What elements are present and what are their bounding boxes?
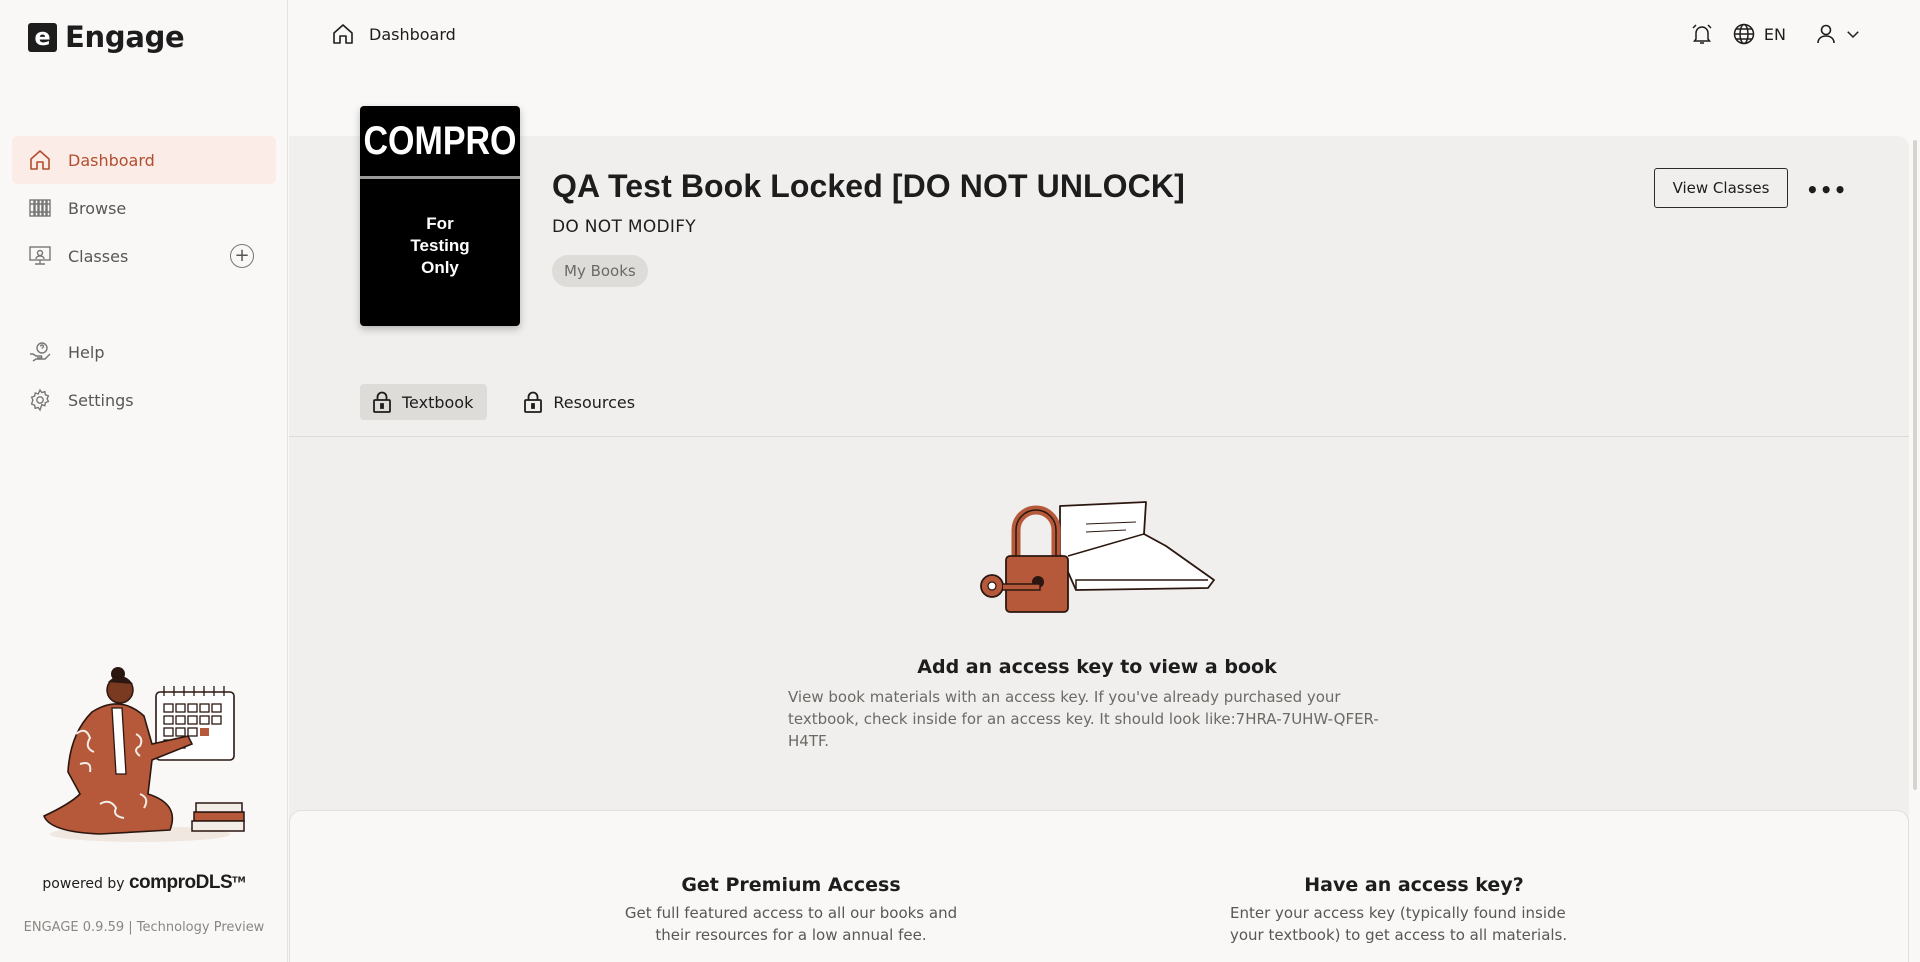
book-tabs: Textbook Resources [360, 384, 649, 420]
powered-by: powered by comproDLSTM [0, 872, 288, 894]
cover-title: COMPRO [363, 118, 517, 163]
sidebar-item-help[interactable]: Help [12, 328, 276, 376]
my-books-tag: My Books [552, 255, 648, 287]
brand-logo[interactable]: e Engage [28, 20, 185, 54]
book-subtitle: DO NOT MODIFY [552, 217, 696, 237]
sidebar: e Engage Dashboard Browse Classes + Help… [0, 0, 288, 962]
browse-icon [28, 196, 52, 220]
chevron-down-icon [1847, 31, 1859, 39]
comprodls-logo[interactable]: comproDLS [129, 872, 233, 893]
help-icon [28, 340, 52, 364]
locked-book-illustration [980, 501, 1215, 613]
more-options-icon[interactable]: ••• [1806, 178, 1847, 202]
sidebar-item-label: Classes [68, 246, 129, 266]
calendar-person-illustration [42, 667, 245, 842]
sidebar-item-label: Settings [68, 390, 134, 410]
access-key-title: Have an access key? [1304, 874, 1524, 896]
lock-icon [373, 391, 391, 413]
book-title: QA Test Book Locked [DO NOT UNLOCK] [552, 168, 1185, 204]
view-classes-button[interactable]: View Classes [1654, 168, 1788, 208]
language-label: EN [1763, 24, 1786, 44]
sidebar-item-dashboard[interactable]: Dashboard [12, 136, 276, 184]
breadcrumb[interactable]: Dashboard [331, 22, 456, 46]
top-right-controls: EN [1690, 22, 1862, 46]
sidebar-nav: Dashboard Browse Classes + Help Settings [12, 136, 276, 424]
home-icon [28, 148, 52, 172]
globe-icon [1733, 23, 1755, 45]
powered-by-text: powered by [42, 876, 125, 892]
access-key-description: Enter your access key (typically found i… [1230, 904, 1568, 944]
empty-state-title: Add an access key to view a book [917, 656, 1277, 678]
access-options-card [289, 810, 1909, 962]
sidebar-item-classes[interactable]: Classes + [12, 232, 276, 280]
tabs-divider [289, 436, 1909, 437]
premium-title: Get Premium Access [681, 874, 901, 896]
language-selector[interactable]: EN [1732, 22, 1786, 46]
sidebar-item-label: Browse [68, 198, 127, 218]
classes-icon [28, 244, 52, 268]
tab-textbook[interactable]: Textbook [360, 384, 488, 420]
tab-label: Resources [553, 392, 636, 412]
sidebar-item-label: Help [68, 342, 105, 362]
sidebar-item-settings[interactable]: Settings [12, 376, 276, 424]
cover-subtitle: For Testing Only [410, 214, 470, 277]
version-text: ENGAGE 0.9.59 | Technology Preview [23, 920, 265, 935]
premium-access-section: Get Premium Access Get full featured acc… [611, 874, 971, 946]
sidebar-item-browse[interactable]: Browse [12, 184, 276, 232]
home-icon [333, 24, 353, 44]
bell-alarm-icon[interactable] [1690, 22, 1714, 46]
gear-icon [28, 388, 52, 412]
page-scrollbar[interactable] [1913, 140, 1917, 790]
brand-name: Engage [65, 20, 185, 54]
breadcrumb-label: Dashboard [369, 24, 456, 44]
sidebar-item-label: Dashboard [68, 150, 155, 170]
user-menu[interactable] [1814, 22, 1862, 46]
cover-divider [360, 176, 520, 179]
add-class-icon[interactable]: + [230, 244, 254, 268]
lock-icon [524, 391, 543, 413]
premium-description: Get full featured access to all our book… [624, 904, 958, 944]
tab-resources[interactable]: Resources [511, 384, 649, 420]
book-cover[interactable]: COMPRO For Testing Only [360, 106, 520, 326]
top-bar: Dashboard EN [289, 0, 1920, 72]
empty-state-description: View book materials with an access key. … [788, 688, 1379, 750]
user-icon [1817, 24, 1835, 44]
trademark-mark: TM [232, 875, 246, 885]
tab-label: Textbook [402, 392, 474, 412]
engage-logo-icon: e [28, 22, 57, 52]
access-key-section: Have an access key? Enter your access ke… [1224, 874, 1604, 946]
